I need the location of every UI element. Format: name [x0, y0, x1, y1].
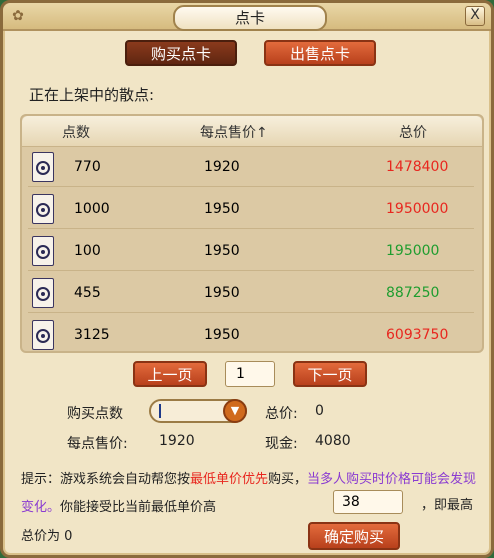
close-button[interactable]: X: [465, 6, 485, 26]
point-card-icon: [32, 194, 54, 224]
page-number-field[interactable]: 1: [225, 361, 275, 387]
tip-suffix: 你能接受比当前最低单价高: [60, 500, 217, 515]
title-bar: ✿ 点卡 X: [3, 3, 491, 31]
total-price-label: 总价:: [265, 406, 298, 422]
table-header: 点数 每点售价↑ 总价: [22, 116, 482, 147]
row-total: 1950000: [386, 201, 449, 217]
row-unit-price: 1920: [204, 159, 240, 175]
row-points: 3125: [74, 327, 110, 343]
text-caret: [159, 404, 161, 418]
row-points: 770: [74, 159, 101, 175]
header-points[interactable]: 点数: [62, 122, 90, 142]
row-unit-price: 1950: [204, 327, 240, 343]
chevron-down-icon[interactable]: ▼: [223, 399, 247, 423]
table-row[interactable]: 455 1950 887250: [28, 274, 474, 313]
header-total[interactable]: 总价: [399, 122, 427, 142]
point-card-icon: [32, 320, 54, 350]
tip-max-total: 总价为 0: [21, 529, 73, 544]
row-points: 1000: [74, 201, 110, 217]
tip-middle: 购买，: [268, 472, 308, 487]
listed-points-label: 正在上架中的散点:: [29, 86, 155, 104]
unit-price-value: 1920: [159, 433, 195, 449]
table-row[interactable]: 770 1920 1478400: [28, 148, 474, 187]
tab-buy-point-card[interactable]: 购买点卡: [125, 40, 237, 66]
point-card-icon: [32, 278, 54, 308]
confirm-purchase-button[interactable]: 确定购买: [308, 522, 400, 550]
prev-page-button[interactable]: 上一页: [133, 361, 207, 387]
table-row[interactable]: 1000 1950 1950000: [28, 190, 474, 229]
gourd-icon: ✿: [12, 8, 24, 24]
row-total: 195000: [386, 243, 440, 259]
window-title: 点卡: [173, 5, 327, 31]
row-points: 100: [74, 243, 101, 259]
cash-value: 4080: [315, 433, 351, 449]
next-page-button[interactable]: 下一页: [293, 361, 367, 387]
tip-highlight-red: 最低单价优先: [190, 472, 269, 487]
cash-label: 现金:: [265, 436, 298, 452]
total-price-value: 0: [315, 403, 324, 419]
tip-suffix-2: ，即最高: [421, 498, 474, 513]
purchase-points-label: 购买点数: [67, 406, 123, 422]
row-total: 887250: [386, 285, 440, 301]
window-title-text: 点卡: [234, 9, 265, 27]
row-total: 1478400: [386, 159, 449, 175]
purchase-points-input[interactable]: ▼: [149, 399, 247, 423]
row-unit-price: 1950: [204, 285, 240, 301]
point-card-icon: [32, 152, 54, 182]
row-total: 6093750: [386, 327, 449, 343]
row-unit-price: 1950: [204, 243, 240, 259]
point-card-icon: [32, 236, 54, 266]
row-unit-price: 1950: [204, 201, 240, 217]
tip-prefix: 提示：游戏系统会自动帮您按: [21, 472, 191, 487]
row-points: 455: [74, 285, 101, 301]
unit-price-label: 每点售价:: [67, 436, 128, 452]
max-price-increase-input[interactable]: 38: [333, 490, 403, 514]
tab-sell-point-card[interactable]: 出售点卡: [264, 40, 376, 66]
listing-table: 点数 每点售价↑ 总价 770 1920 1478400 1000 1950 1…: [20, 114, 484, 353]
purchase-tip: 提示：游戏系统会自动帮您按最低单价优先购买，当多人购买时价格可能会发现变化。你能…: [21, 466, 481, 522]
point-card-window: ✿ 点卡 X 购买点卡 出售点卡 正在上架中的散点: 点数 每点售价↑ 总价 7…: [0, 0, 494, 558]
table-row[interactable]: 3125 1950 6093750: [28, 316, 474, 354]
header-unit-price[interactable]: 每点售价↑: [200, 122, 268, 142]
table-row[interactable]: 100 1950 195000: [28, 232, 474, 271]
